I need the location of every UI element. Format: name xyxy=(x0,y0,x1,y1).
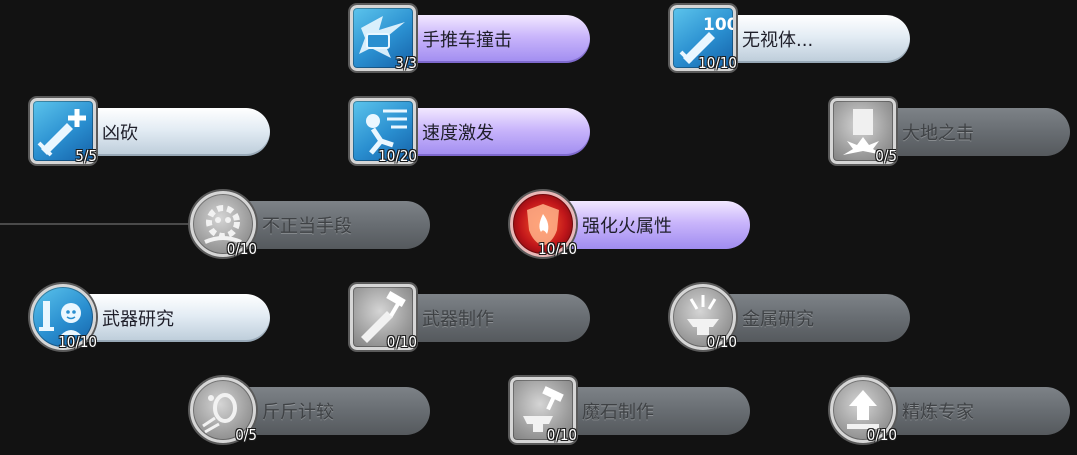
skill-fierce-slash[interactable]: 凶砍 5/5 xyxy=(30,98,272,164)
skill-weapon-research[interactable]: 武器研究 10/10 xyxy=(30,284,272,350)
skill-level: 0/5 xyxy=(235,426,257,444)
skill-fire-enhance[interactable]: 强化火属性 10/10 xyxy=(510,191,752,257)
svg-text:100: 100 xyxy=(703,15,733,35)
skill-magic-stone-craft[interactable]: 魔石制作 0/10 xyxy=(510,377,752,443)
skill-level: 0/10 xyxy=(226,240,257,258)
magic-stone-icon: 0/10 xyxy=(510,377,577,444)
sword-100-icon: 100 10/10 xyxy=(670,5,737,72)
skill-level: 0/10 xyxy=(386,333,417,351)
sword-plus-icon: 5/5 xyxy=(30,98,97,165)
skill-haggle[interactable]: 斤斤计较 0/5 xyxy=(190,377,432,443)
skill-level: 10/10 xyxy=(698,54,737,72)
metal-study-icon: 0/10 xyxy=(670,284,737,351)
skill-speed-burst[interactable]: 速度激发 10/20 xyxy=(350,98,592,164)
skill-metal-research[interactable]: 金属研究 0/10 xyxy=(670,284,912,350)
skill-level: 10/10 xyxy=(538,240,577,258)
refine-arrow-icon: 0/10 xyxy=(830,377,897,444)
skill-level: 0/10 xyxy=(866,426,897,444)
weapon-craft-icon: 0/10 xyxy=(350,284,417,351)
speed-runner-icon: 10/20 xyxy=(350,98,417,165)
trick-gear-icon: 0/10 xyxy=(190,191,257,258)
weapon-study-icon: 10/10 xyxy=(30,284,97,351)
skill-cart-crash[interactable]: 手推车撞击 3/3 xyxy=(350,5,592,71)
skill-level: 3/3 xyxy=(395,54,417,72)
skill-level: 5/5 xyxy=(75,147,97,165)
skill-tree: 手推车撞击 3/3 无视体... 100 10/10 凶砍 5/5 速度激发 1… xyxy=(0,0,1077,455)
skill-level: 10/20 xyxy=(378,147,417,165)
skill-weapon-craft[interactable]: 武器制作 0/10 xyxy=(350,284,592,350)
skill-level: 0/5 xyxy=(875,147,897,165)
skill-earth-strike[interactable]: 大地之击 0/5 xyxy=(830,98,1072,164)
skill-level: 10/10 xyxy=(58,333,97,351)
connector-line xyxy=(0,223,195,225)
skill-level: 0/10 xyxy=(706,333,737,351)
skill-ignore-defense[interactable]: 无视体... 100 10/10 xyxy=(670,5,912,71)
skill-refine-expert[interactable]: 精炼专家 0/10 xyxy=(830,377,1072,443)
cart-crash-icon: 3/3 xyxy=(350,5,417,72)
ground-strike-icon: 0/5 xyxy=(830,98,897,165)
skill-level: 0/10 xyxy=(546,426,577,444)
skill-unfair-means[interactable]: 不正当手段 0/10 xyxy=(190,191,432,257)
fire-shield-icon: 10/10 xyxy=(510,191,577,258)
haggle-icon: 0/5 xyxy=(190,377,257,444)
